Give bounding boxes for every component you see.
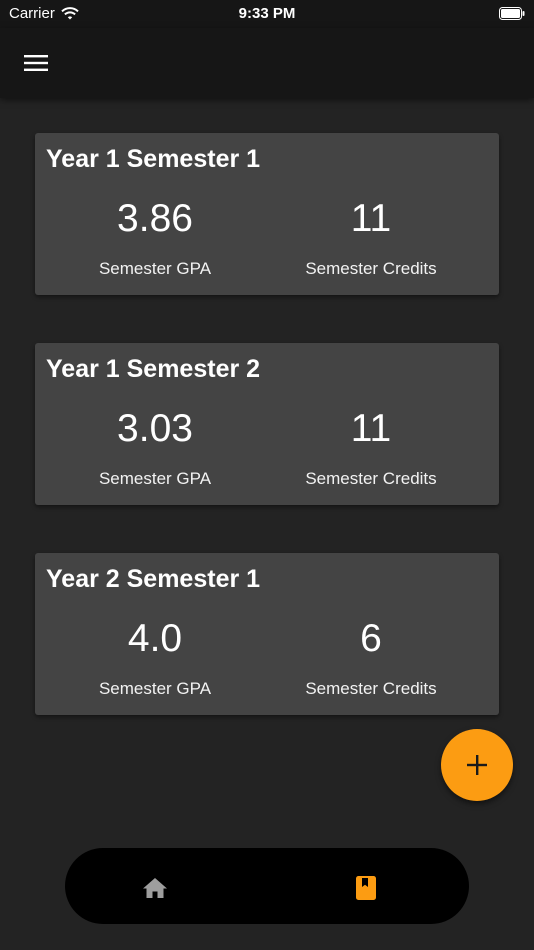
semester-card[interactable]: Year 1 Semester 2 3.03 Semester GPA 11 S…	[35, 343, 499, 505]
credits-value: 11	[350, 407, 392, 450]
gpa-value: 3.86	[117, 197, 193, 240]
gpa-stat: 3.03 Semester GPA	[55, 403, 255, 489]
credits-label: Semester Credits	[305, 259, 437, 278]
nav-home[interactable]	[140, 874, 170, 902]
bookmark-book-icon	[356, 876, 376, 900]
gpa-label: Semester GPA	[98, 259, 212, 278]
semester-title: Year 2 Semester 1	[46, 565, 261, 593]
semester-title: Year 1 Semester 2	[46, 355, 261, 383]
semester-title: Year 1 Semester 1	[46, 145, 261, 173]
semester-card[interactable]: Year 2 Semester 1 4.0 Semester GPA 6 Sem…	[35, 553, 499, 715]
gpa-stat: 3.86 Semester GPA	[55, 193, 255, 279]
battery-icon	[499, 7, 525, 20]
bottom-nav	[65, 848, 469, 924]
credits-stat: 6 Semester Credits	[271, 613, 471, 699]
semester-card[interactable]: Year 1 Semester 1 3.86 Semester GPA 11 S…	[35, 133, 499, 295]
nav-semesters[interactable]	[351, 874, 381, 902]
status-bar: Carrier 9:33 PM	[0, 0, 534, 28]
gpa-value: 4.0	[127, 617, 183, 660]
credits-value: 6	[360, 617, 382, 660]
add-semester-button[interactable]	[441, 729, 513, 801]
credits-stat: 11 Semester Credits	[271, 193, 471, 279]
home-icon	[143, 878, 167, 898]
gpa-stat: 4.0 Semester GPA	[55, 613, 255, 699]
gpa-label: Semester GPA	[98, 679, 212, 698]
app-bar	[0, 28, 534, 98]
app-screen: Carrier 9:33 PM Year 1 Semester 1 3.86 S…	[0, 0, 534, 950]
plus-icon	[467, 755, 487, 775]
credits-label: Semester Credits	[305, 469, 437, 488]
credits-stat: 11 Semester Credits	[271, 403, 471, 489]
status-time: 9:33 PM	[238, 5, 296, 22]
gpa-value: 3.03	[117, 407, 193, 450]
menu-button[interactable]	[18, 46, 54, 80]
hamburger-menu-icon	[24, 55, 48, 71]
semester-list: Year 1 Semester 1 3.86 Semester GPA 11 S…	[35, 133, 499, 763]
gpa-label: Semester GPA	[98, 469, 212, 488]
credits-value: 11	[350, 197, 392, 240]
credits-label: Semester Credits	[305, 679, 437, 698]
